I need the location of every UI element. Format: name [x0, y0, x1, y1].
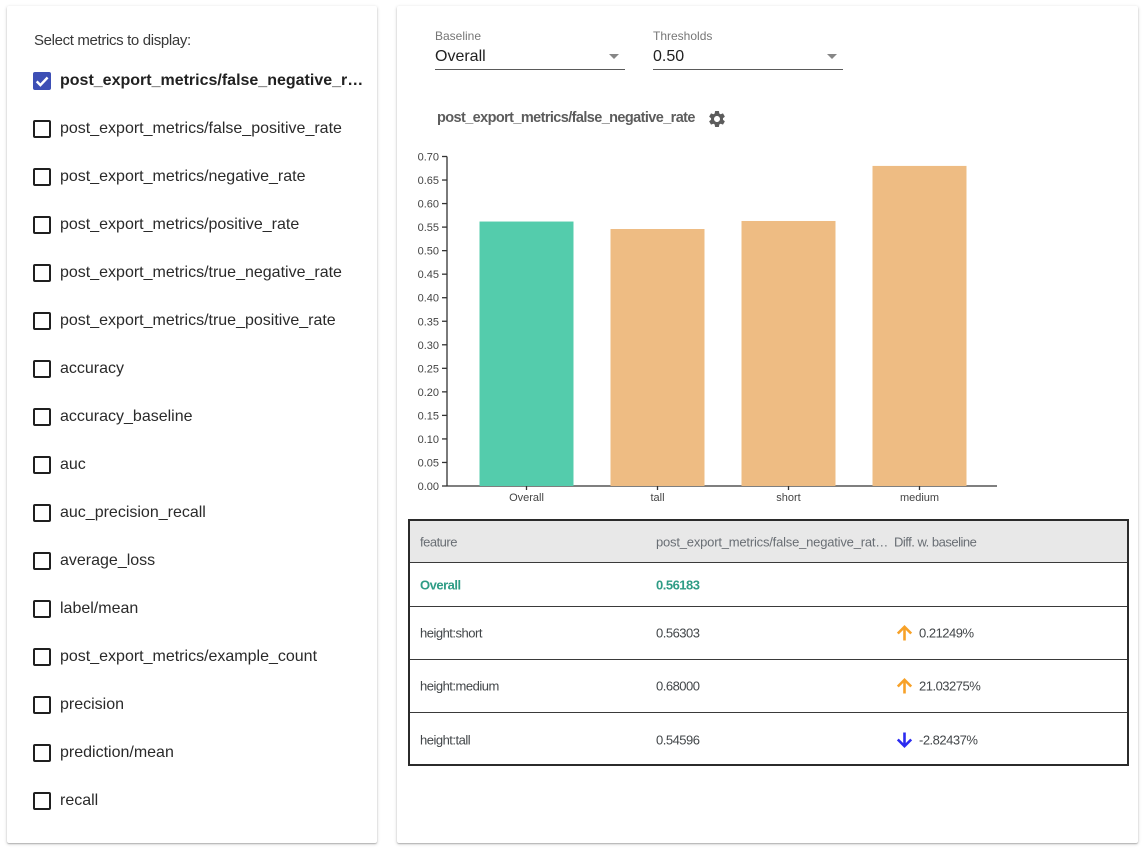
- svg-text:0.65: 0.65: [418, 175, 439, 187]
- svg-text:0.10: 0.10: [418, 434, 439, 446]
- svg-text:short: short: [776, 492, 800, 504]
- svg-text:0.35: 0.35: [418, 316, 439, 328]
- svg-text:0.40: 0.40: [418, 293, 439, 305]
- svg-text:0.25: 0.25: [418, 363, 439, 375]
- svg-text:Overall: Overall: [509, 492, 544, 504]
- svg-text:0.45: 0.45: [418, 269, 439, 281]
- svg-text:0.50: 0.50: [418, 246, 439, 258]
- svg-text:0.05: 0.05: [418, 457, 439, 469]
- svg-text:0.70: 0.70: [418, 152, 439, 164]
- svg-text:0.55: 0.55: [418, 222, 439, 234]
- svg-text:0.00: 0.00: [418, 481, 439, 493]
- svg-text:0.15: 0.15: [418, 410, 439, 422]
- svg-text:0.30: 0.30: [418, 340, 439, 352]
- svg-text:0.20: 0.20: [418, 387, 439, 399]
- svg-text:0.60: 0.60: [418, 199, 439, 211]
- svg-text:medium: medium: [900, 492, 939, 504]
- svg-text:tall: tall: [650, 492, 664, 504]
